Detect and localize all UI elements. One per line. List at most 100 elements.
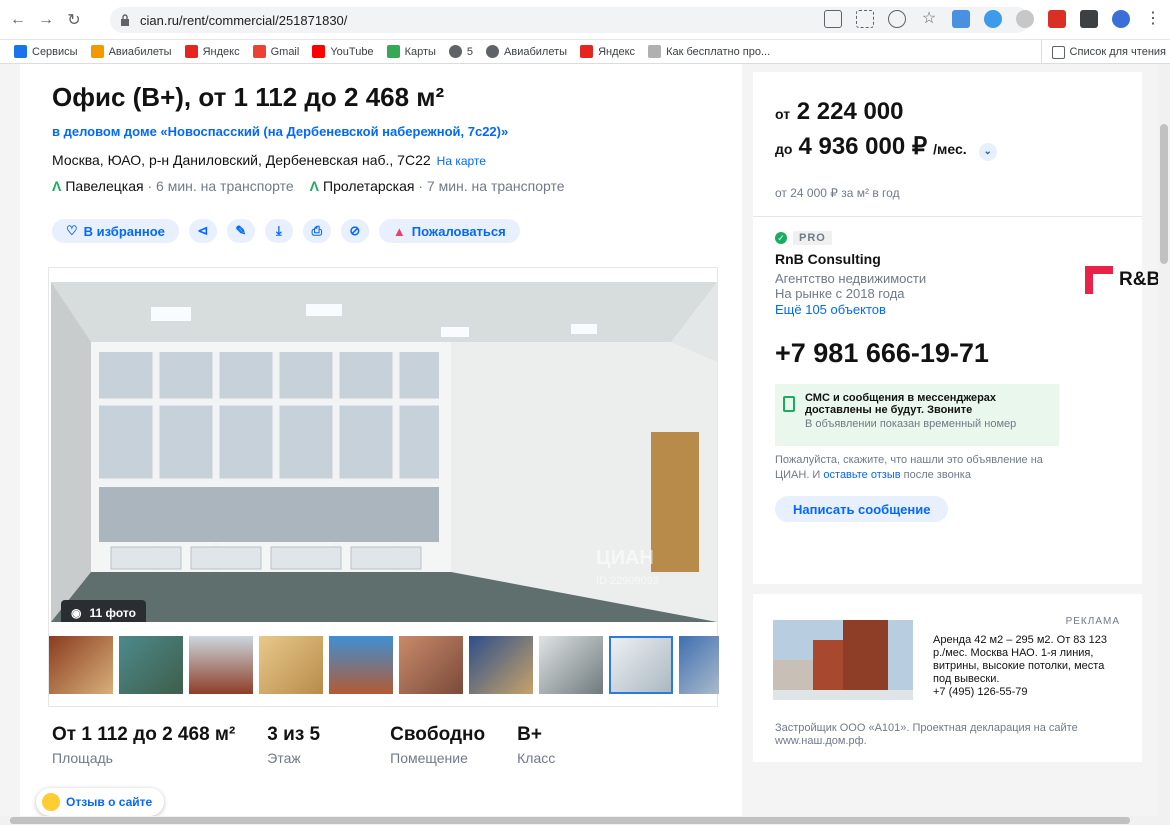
leave-review-link[interactable]: оставьте отзыв [823,469,900,481]
horizontal-scrollbar[interactable] [0,816,1170,825]
vertical-scrollbar[interactable] [1158,64,1170,816]
camera-icon: ◉ [71,606,82,620]
page-content: Офис (B+), от 1 112 до 2 468 м² в делово… [0,64,1158,816]
thumbnail[interactable] [259,636,323,694]
thumbnail-selected[interactable] [609,636,673,694]
thumbnail[interactable] [399,636,463,694]
write-message-button[interactable]: Написать сообщение [775,496,949,522]
spec-premises: Свободно Помещение [390,724,486,766]
building-image [773,620,913,700]
metro-item[interactable]: Λ Павелецкая · 6 мин. на транспорте [52,178,294,194]
download-icon: ⤓ [276,223,282,238]
bookmark-item[interactable]: Сервисы [14,45,78,58]
menu-dots-icon[interactable]: ⋮ [1144,10,1162,28]
chevron-down-icon[interactable]: ⌄ [978,142,997,161]
price-per-m2: от 24 000 ₽ за м² в год [775,186,900,200]
spec-floor: 3 из 5 Этаж [267,724,321,766]
browser-toolbar: ← → ↻ cian.ru/rent/commercial/251871830/… [0,0,1170,40]
thumbnail-strip [49,636,719,696]
extension-icons: ☆ ⋮ [824,10,1162,28]
download-button[interactable]: ⤓ [264,219,293,243]
youtube-icon [312,45,326,58]
bookmark-item[interactable]: Яндекс [580,45,635,58]
thumbnail[interactable] [119,636,183,694]
ad-image[interactable] [773,620,913,700]
specs-row: От 1 112 до 2 468 м² Площадь 3 из 5 Этаж С… [52,724,587,766]
price-from: от 2 224 000 [775,98,904,125]
bookmark-item[interactable]: Авиабилеты [90,45,172,58]
building-link[interactable]: в деловом доме «Новоспасский (на Дербене… [52,124,508,139]
gmail-icon [252,45,266,58]
bookmark-item[interactable]: Как бесплатно про... [648,45,770,58]
spec-class: B+ Класс [517,724,556,766]
bookmark-item[interactable]: Авиабилеты [486,45,567,58]
complain-button[interactable]: ▲ Пожаловаться [378,219,520,243]
bookmark-item[interactable]: Яндекс [184,45,240,58]
cast-icon[interactable] [824,10,842,28]
globe-icon [448,45,462,58]
thumbnail[interactable] [189,636,253,694]
eye-off-icon: ⊘ [349,223,361,238]
thumbnail[interactable] [679,636,719,694]
site-feedback-button[interactable]: Отзыв о сайте [36,788,165,816]
warning-icon: ▲ [392,223,406,239]
agent-name[interactable]: RnB Consulting [775,251,881,267]
ad-text: Аренда 42 м2 – 295 м2. От 83 123 р./мес.… [933,634,1107,698]
metro-icon: Λ [52,178,62,194]
metro-list: Λ Павелецкая · 6 мин. на транспорте Λ Прол… [52,178,565,194]
thumbnail[interactable] [49,636,113,694]
profile-icon[interactable] [1112,10,1130,28]
metro-item[interactable]: Λ Пролетарская · 7 мин. на транспорте [310,178,565,194]
thumbnail[interactable] [329,636,393,694]
listing-card: Офис (B+), от 1 112 до 2 468 м² в делово… [20,64,742,816]
forward-arrow-icon[interactable]: → [36,10,56,30]
divider [753,216,1142,217]
print-button[interactable]: ⎙ [302,219,331,243]
cloud-ext-icon[interactable] [984,10,1002,28]
main-photo[interactable]: ЦИАН ID 22909093 ◉ 11 фото [51,282,717,622]
heart-icon: ♡ [66,223,78,238]
share-button[interactable]: ⊲ [188,219,217,243]
map-link[interactable]: На карте [437,154,486,168]
phone-icon [783,396,795,412]
hide-button[interactable]: ⊘ [340,219,369,243]
yandex-icon [580,45,594,58]
check-icon: ✓ [775,232,787,244]
qr-icon[interactable] [856,10,874,28]
bookmark-item[interactable]: Карты [386,45,436,58]
ad-card[interactable]: РЕКЛАМА Аренда 42 м2 – 295 м2. От 83 123… [753,594,1142,762]
zoom-icon[interactable] [888,10,906,28]
photo-count-badge[interactable]: ◉ 11 фото [61,600,146,622]
favorite-button[interactable]: ♡ В избранное [52,219,179,243]
agent-phone[interactable]: +7 981 666-19-71 [775,338,989,369]
reload-icon[interactable]: ↻ [64,10,84,30]
bookmark-item[interactable]: Gmail [252,45,299,58]
bookmark-item[interactable]: YouTube [312,45,374,58]
grey-ext-icon[interactable] [1016,10,1034,28]
lock-icon [121,14,129,26]
printer-icon: ⎙ [311,223,323,238]
url-text: cian.ru/rent/commercial/251871830/ [140,12,348,28]
thumbnail[interactable] [469,636,533,694]
reading-list-button[interactable]: Список для чтения [1040,40,1166,64]
scrollbar-thumb[interactable] [10,817,1130,824]
back-arrow-icon[interactable]: ← [8,10,28,30]
bookmark-item[interactable]: 5 [448,45,473,58]
listing-title: Офис (B+), от 1 112 до 2 468 м² [52,82,445,112]
temp-number-notice: СМС и сообщения в мессенджерах доставлен… [775,384,1059,446]
thumbnail[interactable] [539,636,603,694]
price-to: до 4 936 000 ₽/мес. ⌄ [775,132,997,161]
price-card: от 2 224 000 до 4 936 000 ₽/мес. ⌄ от 24 … [753,72,1158,584]
star-icon[interactable]: ☆ [920,10,938,28]
watermark-text: ЦИАН [596,547,654,569]
bookmarks-bar: Сервисы Авиабилеты Яндекс Gmail YouTube … [0,40,1170,64]
agent-logo[interactable]: R&B [1085,254,1158,306]
puzzle-icon[interactable] [1080,10,1098,28]
edit-button[interactable]: ✎ [226,219,255,243]
agent-more-link[interactable]: Ещё 105 объектов [775,302,886,317]
translate-ext-icon[interactable] [952,10,970,28]
listing-actions: ♡ В избранное ⊲ ✎ ⤓ ⎙ ⊘ ▲ Пожаловаться [52,219,520,243]
scrollbar-thumb[interactable] [1160,124,1168,264]
pdf-ext-icon[interactable] [1048,10,1066,28]
office-photo: ЦИАН ID 22909093 [51,282,717,622]
